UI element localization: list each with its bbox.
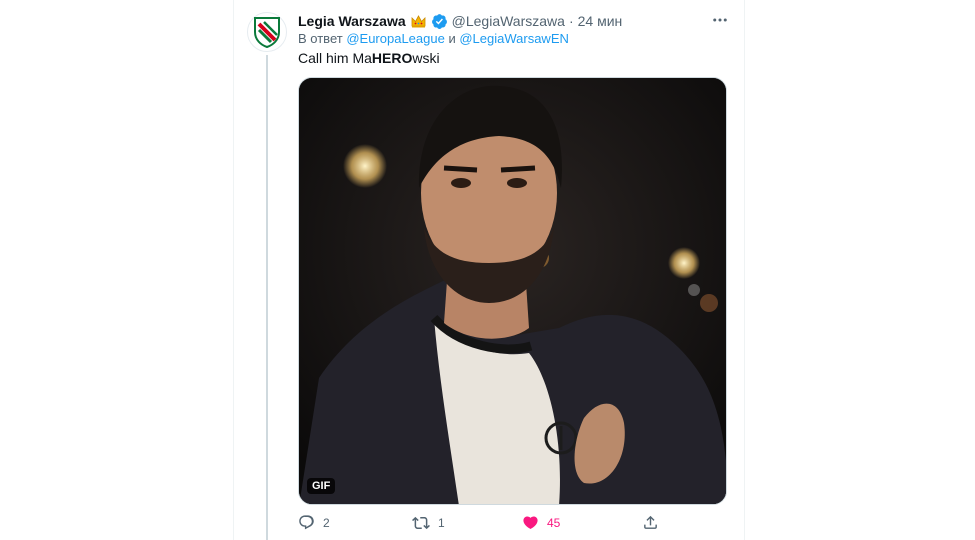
reply-mention-europaleague[interactable]: @EuropaLeague — [346, 31, 445, 46]
reply-prefix: В ответ — [298, 31, 343, 46]
thread-connector-line — [266, 55, 268, 540]
like-count: 45 — [547, 515, 561, 530]
reply-count: 2 — [323, 515, 330, 530]
share-button[interactable] — [642, 514, 659, 531]
reply-joiner: и — [448, 31, 456, 46]
tweet-text-end: wski — [412, 50, 440, 66]
speech-bubble-icon — [299, 515, 314, 530]
tweet-text-start: Call him Ma — [298, 50, 372, 66]
replying-to-line: В ответ @EuropaLeague и @LegiaWarsawEN — [298, 31, 569, 46]
heart-icon — [523, 516, 538, 529]
gif-badge: GIF — [307, 478, 336, 494]
like-button[interactable]: 45 — [522, 514, 560, 531]
gif-frame-image — [299, 78, 726, 504]
tweet-timestamp[interactable]: 24 мин — [578, 13, 623, 29]
reply-mention-legiawarsawen[interactable]: @LegiaWarsawEN — [459, 31, 569, 46]
author-name[interactable]: Legia Warszawa — [298, 13, 406, 29]
author-handle[interactable]: @LegiaWarszawa — [452, 13, 565, 29]
verified-badge-icon — [431, 13, 448, 30]
separator-dot: · — [568, 13, 574, 29]
more-options-button[interactable] — [710, 10, 730, 30]
more-horizontal-icon — [713, 18, 727, 22]
share-upload-icon — [644, 515, 657, 529]
crown-emoji-icon — [410, 13, 427, 30]
retweet-button[interactable]: 1 — [412, 514, 445, 532]
tweet-actions-bar: 2 1 45 — [298, 514, 718, 536]
retweet-icon — [412, 516, 430, 530]
tweet-text: Call him MaHEROwski — [298, 50, 440, 66]
tweet-text-bold: HERO — [371, 50, 413, 66]
gif-media[interactable]: GIF — [298, 77, 727, 505]
avatar[interactable] — [247, 12, 287, 52]
reply-button[interactable]: 2 — [298, 514, 330, 531]
legia-logo — [254, 17, 280, 48]
retweet-count: 1 — [438, 516, 445, 530]
tweet-header: Legia Warszawa @LegiaWarszawa · 24 мин — [298, 11, 622, 31]
